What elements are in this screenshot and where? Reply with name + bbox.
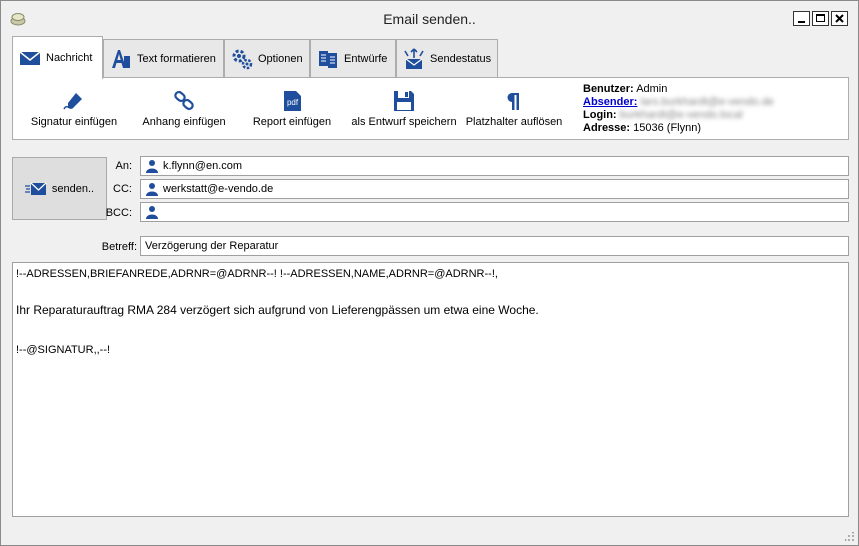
person-icon: [146, 183, 158, 196]
maximize-button[interactable]: [812, 11, 829, 26]
person-icon: [146, 206, 158, 219]
cc-value: werkstatt@e-vendo.de: [163, 183, 274, 195]
betreff-label: Betreff:: [101, 241, 137, 253]
anhang-einfuegen-button[interactable]: Anhang einfügen: [139, 90, 229, 134]
signature-pen-icon: [63, 93, 82, 110]
an-label: An:: [115, 160, 132, 172]
person-icon: [146, 160, 158, 173]
resize-grip-icon[interactable]: [845, 532, 855, 542]
report-einfuegen-button[interactable]: pdf Report einfügen: [249, 90, 335, 134]
tab-nachricht[interactable]: Nachricht: [12, 36, 103, 79]
als-entwurf-speichern-button[interactable]: als Entwurf speichern: [349, 90, 459, 134]
pdf-icon: pdf: [284, 91, 301, 111]
pilcrow-icon: [507, 93, 519, 110]
absender-value: lars.burkhardt@e-vendo.de: [640, 96, 774, 108]
body-line-3: !--@SIGNATUR,,--!: [16, 343, 111, 356]
close-icon: [835, 14, 844, 23]
floppy-disk-icon: [394, 91, 414, 111]
tab-entwuerfe[interactable]: Entwürfe: [310, 39, 396, 78]
benutzer-label: Benutzer:: [583, 83, 634, 95]
platzhalter-label: Platzhalter auflösen: [465, 116, 563, 128]
betreff-value: Verzögerung der Reparatur: [145, 240, 279, 252]
send-status-icon: [404, 48, 424, 69]
bcc-label: BCC:: [105, 207, 132, 219]
minimize-button[interactable]: [793, 11, 810, 26]
body-line-1: !--ADRESSEN,BRIEFANREDE,ADRNR=@ADRNR--! …: [16, 268, 498, 280]
betreff-field[interactable]: Verzögerung der Reparatur: [140, 236, 849, 256]
login-value: burkhardt@e-vendo.local: [619, 109, 743, 121]
tab-label: Nachricht: [46, 52, 93, 64]
text-format-icon: [112, 50, 130, 68]
benutzer-value: Admin: [636, 83, 668, 95]
tab-label: Optionen: [258, 53, 303, 65]
toolbar: Signatur einfügen Anhang einfügen pdf Re…: [12, 77, 849, 140]
signatur-einfuegen-button[interactable]: Signatur einfügen: [29, 90, 119, 134]
gears-icon: [232, 49, 253, 70]
platzhalter-aufloesen-button[interactable]: Platzhalter auflösen: [465, 90, 563, 134]
tab-sendestatus[interactable]: Sendestatus: [396, 39, 498, 78]
paperclip-chain-icon: [174, 90, 194, 111]
entwurf-label: als Entwurf speichern: [351, 116, 457, 128]
email-window: Email senden.. Nachricht Text formatiere…: [0, 0, 859, 546]
adresse-value: 15036 (Flynn): [633, 122, 702, 134]
absender-link[interactable]: Absender:: [583, 96, 637, 108]
tab-label: Text formatieren: [137, 53, 216, 65]
signatur-label: Signatur einfügen: [30, 116, 118, 128]
tab-label: Entwürfe: [344, 53, 388, 65]
anhang-label: Anhang einfügen: [142, 116, 226, 128]
svg-text:pdf: pdf: [287, 98, 299, 107]
report-label: Report einfügen: [252, 116, 332, 128]
cc-label: CC:: [113, 183, 132, 195]
send-envelope-icon: [24, 182, 47, 195]
tab-label: Sendestatus: [430, 53, 492, 65]
adresse-label: Adresse:: [583, 122, 631, 134]
title-bar: Email senden..: [1, 1, 858, 35]
close-button[interactable]: [831, 11, 848, 26]
login-label: Login:: [583, 109, 617, 121]
user-info: Benutzer: Admin Absender: lars.burkhardt…: [583, 83, 774, 135]
tab-text-formatieren[interactable]: Text formatieren: [103, 39, 224, 78]
body-line-2: Ihr Reparaturauftrag RMA 284 verzögert s…: [16, 303, 539, 318]
bcc-field[interactable]: [140, 202, 849, 222]
envelope-icon: [19, 51, 41, 65]
documents-icon: [319, 51, 337, 68]
window-title: Email senden..: [383, 11, 476, 27]
cc-field[interactable]: werkstatt@e-vendo.de: [140, 179, 849, 199]
an-value: k.flynn@en.com: [163, 160, 243, 172]
tab-optionen[interactable]: Optionen: [224, 39, 310, 78]
message-body[interactable]: !--ADRESSEN,BRIEFANREDE,ADRNR=@ADRNR--! …: [12, 262, 849, 517]
an-field[interactable]: k.flynn@en.com: [140, 156, 849, 176]
